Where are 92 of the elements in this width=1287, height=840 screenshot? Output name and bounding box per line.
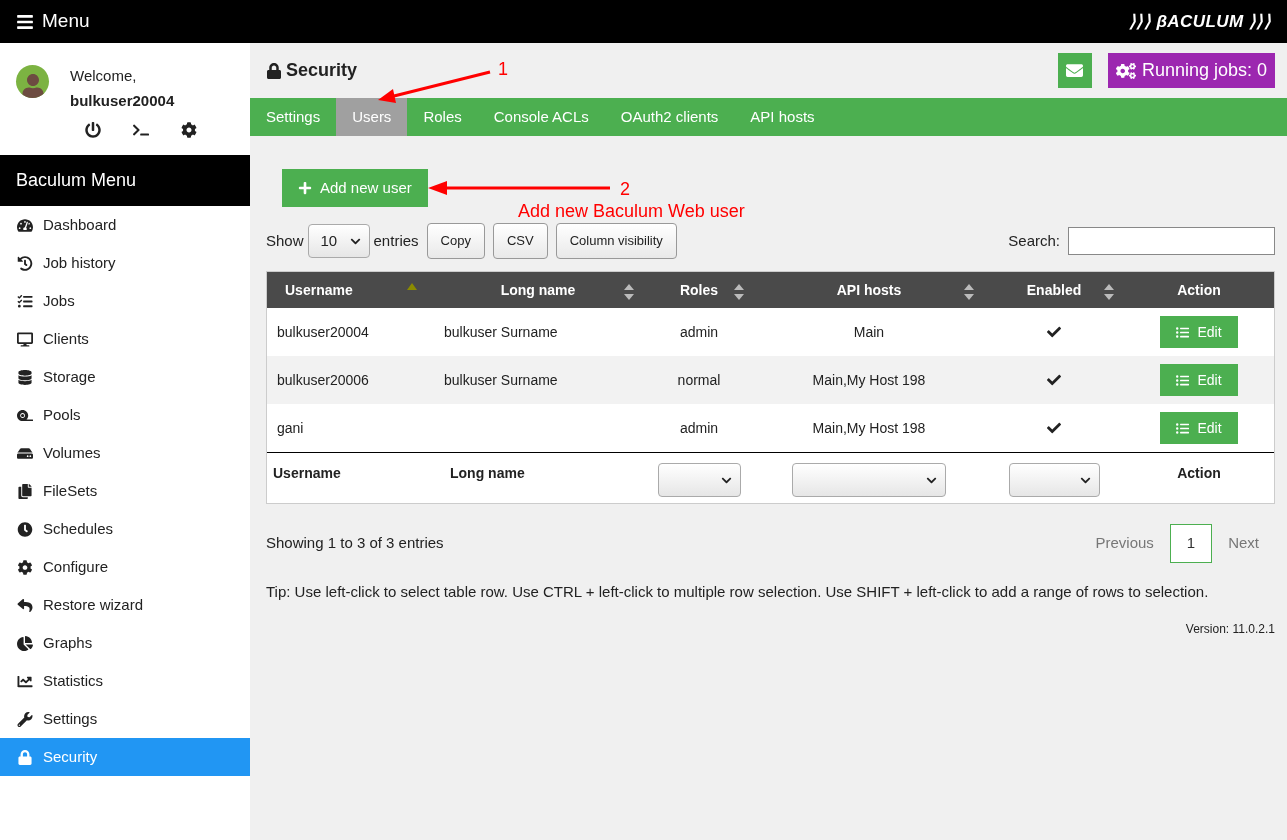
sort-icon[interactable] xyxy=(734,284,744,300)
table-cell-text: bulkuser20006 xyxy=(276,370,370,390)
menu-icon[interactable] xyxy=(16,12,34,31)
files-icon xyxy=(17,483,33,499)
export-button[interactable]: CSV xyxy=(492,223,548,259)
sidebar-item[interactable]: Jobs xyxy=(0,282,250,320)
table-cell-text: bulkuser20004 xyxy=(276,322,370,342)
sidebar-item[interactable]: Volumes xyxy=(0,434,250,472)
tip-text: Tip: Use left-click to select table row. Use CTRL + left-click to multiple row selection. Use SHIFT + left-click to add a range of rows to selection. xyxy=(266,582,1210,602)
logo: ⟩⟩⟩ βACULUM ⟩⟩⟩ xyxy=(1128,10,1271,33)
sidebar-item[interactable]: Configure xyxy=(0,548,250,586)
annotation-number: 1 xyxy=(498,58,508,81)
version-text: Version: 11.0.2.1 xyxy=(1185,620,1275,638)
sidebar-item[interactable]: Statistics xyxy=(0,662,250,700)
annotation-number: 2 xyxy=(620,178,630,201)
username: bulkuser20004 xyxy=(70,90,176,111)
envelope-icon xyxy=(1066,62,1084,79)
power-icon[interactable] xyxy=(85,122,101,138)
sort-icon[interactable] xyxy=(964,284,974,300)
gauge-icon xyxy=(17,217,33,233)
sidebar-item[interactable]: Pools xyxy=(0,396,250,434)
column-header[interactable]: Enabled xyxy=(984,272,1124,308)
sidebar-item[interactable]: Job history xyxy=(0,244,250,282)
table-cell-text: bulkuser Surname xyxy=(443,322,559,342)
clock-icon xyxy=(17,521,33,537)
checklist-icon xyxy=(17,293,33,309)
table-cell-text: admin xyxy=(678,418,720,438)
sort-icon[interactable] xyxy=(1104,284,1114,300)
database-icon xyxy=(17,369,33,385)
sort-icon[interactable] xyxy=(624,284,634,300)
column-header[interactable]: Roles xyxy=(644,272,754,308)
running-jobs-button[interactable]: Running jobs: 0 xyxy=(1107,53,1275,88)
settings-icon xyxy=(17,559,33,575)
sidebar-item[interactable]: Clients xyxy=(0,320,250,358)
show-label: Show xyxy=(266,230,304,251)
plus-icon xyxy=(298,181,312,195)
table-cell-text: normal xyxy=(676,370,722,390)
annotation-note: Add new Baculum Web user xyxy=(518,200,745,223)
column-header[interactable]: Action xyxy=(1124,272,1274,308)
search-label: Search: xyxy=(1008,230,1060,251)
column-footer: Action xyxy=(1177,463,1221,503)
column-header[interactable]: API hosts xyxy=(754,272,984,308)
welcome-text: Welcome, xyxy=(70,66,138,86)
tape-icon xyxy=(17,407,33,423)
drive-icon xyxy=(17,445,33,461)
column-footer: Long name xyxy=(450,463,525,503)
export-button[interactable]: Column visibility xyxy=(555,223,677,259)
entries-label: entries xyxy=(373,230,419,251)
column-footer: Username xyxy=(273,463,341,503)
dropdown[interactable]: 10 xyxy=(307,224,370,258)
sidebar-item[interactable]: Storage xyxy=(0,358,250,396)
table-cell-text: admin xyxy=(678,322,720,342)
lock-icon xyxy=(266,62,282,79)
column-header[interactable]: Long name xyxy=(432,272,644,308)
gears-icon xyxy=(1115,60,1136,81)
sidebar-item[interactable]: Schedules xyxy=(0,510,250,548)
sort-ascending-icon[interactable] xyxy=(407,283,417,291)
sidebar-item[interactable]: Settings xyxy=(0,700,250,738)
list-icon xyxy=(1176,421,1190,435)
table-cell-text: Main,My Host 198 xyxy=(811,370,927,390)
pagination-button[interactable]: Previous xyxy=(1079,524,1170,563)
line-chart-icon xyxy=(17,673,33,689)
pagination-button[interactable]: Next xyxy=(1212,524,1275,563)
sidebar-item[interactable]: Dashboard xyxy=(0,206,250,244)
column-header[interactable]: Username xyxy=(267,272,432,308)
menu-label[interactable]: Menu xyxy=(42,7,90,36)
sidebar-header: Baculum Menu xyxy=(0,155,250,206)
search-field[interactable] xyxy=(1068,227,1275,255)
list-icon xyxy=(1176,373,1190,387)
sidebar-item[interactable]: FileSets xyxy=(0,472,250,510)
avatar xyxy=(16,65,49,98)
sidebar-item[interactable]: Graphs xyxy=(0,624,250,662)
settings-icon[interactable] xyxy=(181,122,197,138)
lock-icon xyxy=(17,749,33,765)
table-cell-text: bulkuser Surname xyxy=(443,370,559,390)
pagination-button[interactable]: 1 xyxy=(1169,524,1213,563)
messages-button[interactable] xyxy=(1057,53,1092,88)
page-title: Security xyxy=(286,59,358,82)
pie-chart-icon xyxy=(17,635,33,651)
entries-info: Showing 1 to 3 of 3 entries xyxy=(266,533,444,554)
table-cell-text: Main xyxy=(852,322,886,342)
wrench-icon xyxy=(17,711,33,727)
table-cell-text: Main,My Host 198 xyxy=(811,418,927,438)
sidebar-item[interactable]: Restore wizard xyxy=(0,586,250,624)
export-button[interactable]: Copy xyxy=(426,223,485,259)
table-row[interactable]: bulkuser20006 bulkuser Surname normal Main,My Host 198 Edit xyxy=(267,356,1274,404)
list-icon xyxy=(1176,325,1190,339)
history-icon xyxy=(17,255,33,271)
reply-arrow-icon xyxy=(17,597,33,613)
terminal-icon[interactable] xyxy=(133,122,149,138)
table-cell-text: gani xyxy=(276,418,305,438)
monitor-icon xyxy=(17,331,33,347)
